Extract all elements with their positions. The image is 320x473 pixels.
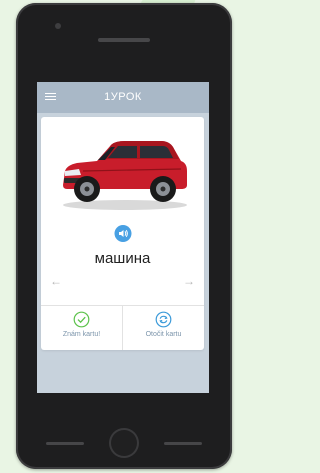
- flip-card-label: Otočit kartu: [145, 331, 182, 338]
- known-card-button[interactable]: Znám kartu!: [41, 305, 122, 350]
- app-bar: 1УРОК: [37, 82, 209, 113]
- arrow-right-icon[interactable]: →: [183, 274, 195, 288]
- refresh-icon: [155, 311, 172, 328]
- speaker-icon[interactable]: [114, 225, 131, 242]
- lesson-title: 1УРОК: [104, 91, 142, 103]
- home-button[interactable]: [109, 428, 139, 458]
- menu-key[interactable]: [164, 442, 202, 445]
- flashcard: машина ← → Znám kartu! Otočit kartu: [41, 117, 204, 350]
- car-image: [63, 141, 187, 210]
- flashcard-word: машина: [94, 250, 151, 267]
- front-camera: [55, 23, 61, 29]
- flip-card-button[interactable]: Otočit kartu: [123, 305, 204, 350]
- arrow-left-icon[interactable]: ←: [50, 274, 62, 288]
- check-circle-icon: [73, 311, 90, 328]
- back-key[interactable]: [46, 442, 84, 445]
- known-card-label: Znám kartu!: [62, 331, 101, 338]
- app-screen: 1УРОК машина ← → Znám kartu! Otočit kart…: [37, 82, 209, 393]
- earpiece-speaker: [98, 38, 150, 42]
